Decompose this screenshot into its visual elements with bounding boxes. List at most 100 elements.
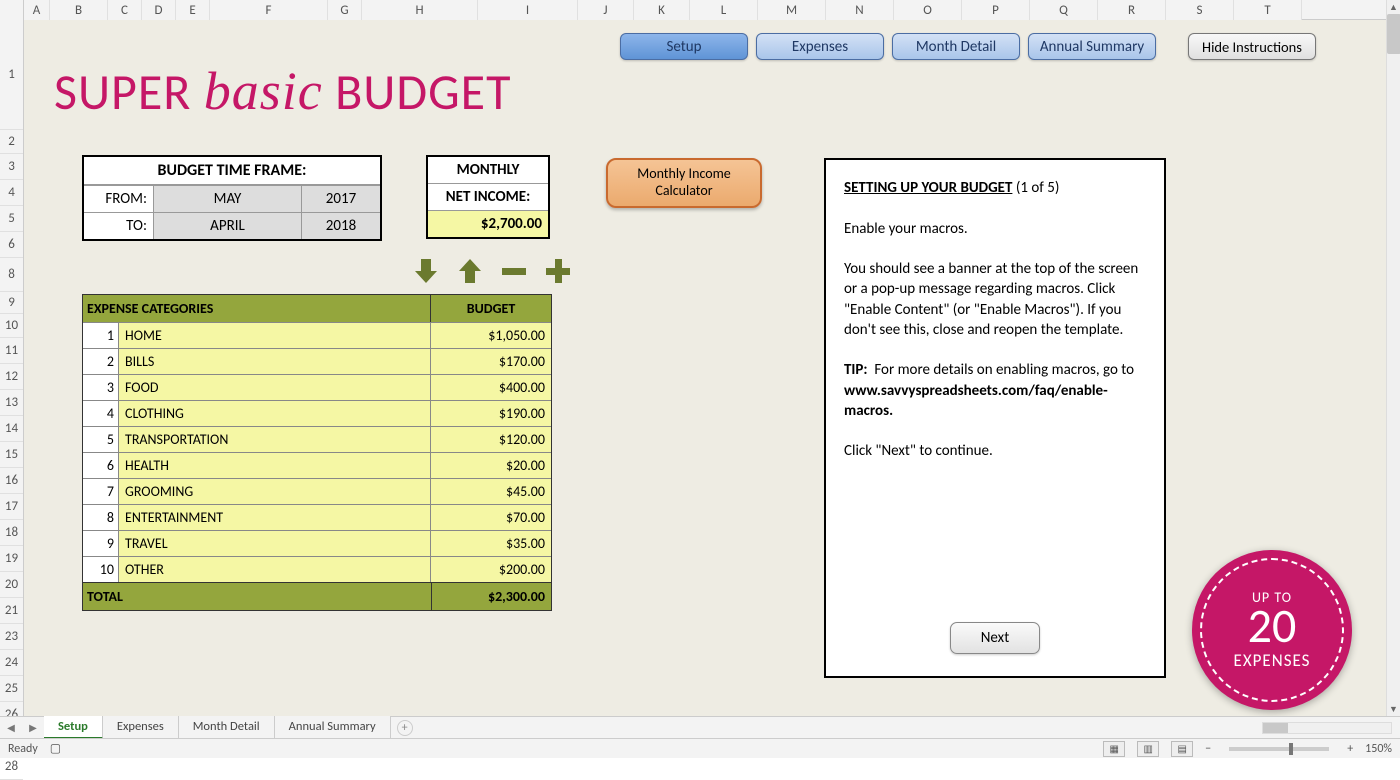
expense-amount-cell[interactable]: $190.00 [431, 401, 551, 426]
setup-button[interactable]: Setup [620, 33, 748, 60]
row-header-17[interactable]: 17 [0, 494, 23, 520]
row-header-2[interactable]: 2 [0, 130, 23, 154]
hide-instructions-button[interactable]: Hide Instructions [1188, 33, 1316, 60]
zoom-slider[interactable] [1229, 747, 1329, 751]
expense-amount-cell[interactable]: $45.00 [431, 479, 551, 504]
row-header-1[interactable]: 1 [0, 20, 23, 130]
column-header-O[interactable]: O [894, 0, 962, 20]
row-header-13[interactable]: 13 [0, 390, 23, 416]
column-header-L[interactable]: L [690, 0, 758, 20]
scroll-up-icon[interactable]: ▲ [1387, 0, 1400, 14]
macro-record-icon[interactable]: ▢ [50, 741, 61, 756]
row-header-14[interactable]: 14 [0, 416, 23, 442]
month-detail-button[interactable]: Month Detail [892, 33, 1020, 60]
scroll-down-icon[interactable]: ▼ [1387, 702, 1400, 716]
add-sheet-button[interactable]: + [397, 720, 413, 736]
column-header-A[interactable]: A [24, 0, 50, 20]
expense-name-cell[interactable]: GROOMING [119, 479, 431, 504]
row-header-9[interactable]: 9 [0, 292, 23, 314]
sheet-tab-annual-summary[interactable]: Annual Summary [275, 716, 391, 739]
hscroll-thumb[interactable] [1263, 723, 1288, 733]
zoom-in-icon[interactable]: + [1347, 742, 1353, 756]
next-button[interactable]: Next [950, 622, 1040, 654]
vertical-scrollbar[interactable]: ▲ ▼ [1386, 0, 1400, 716]
row-header-5[interactable]: 5 [0, 206, 23, 232]
row-header-10[interactable]: 10 [0, 314, 23, 338]
column-header-P[interactable]: P [962, 0, 1030, 20]
column-header-J[interactable]: J [578, 0, 634, 20]
add-row-icon[interactable] [544, 257, 572, 285]
select-all-corner[interactable] [0, 0, 24, 20]
expense-name-cell[interactable]: TRANSPORTATION [119, 427, 431, 452]
column-header-D[interactable]: D [142, 0, 176, 20]
move-up-icon[interactable] [456, 257, 484, 285]
from-year-cell[interactable]: 2017 [302, 185, 380, 212]
column-header-T[interactable]: T [1234, 0, 1302, 20]
income-calculator-button[interactable]: Monthly Income Calculator [606, 158, 762, 208]
expense-name-cell[interactable]: FOOD [119, 375, 431, 400]
row-header-12[interactable]: 12 [0, 364, 23, 390]
row-header-8[interactable]: 8 [0, 258, 23, 292]
scroll-thumb[interactable] [1387, 14, 1400, 54]
page-layout-view-icon[interactable]: ▥ [1137, 741, 1159, 757]
to-month-cell[interactable]: APRIL [154, 212, 302, 239]
column-header-G[interactable]: G [328, 0, 362, 20]
expense-amount-cell[interactable]: $120.00 [431, 427, 551, 452]
row-header-25[interactable]: 25 [0, 676, 23, 702]
sheet-tab-setup[interactable]: Setup [44, 716, 103, 739]
row-header-21[interactable]: 21 [0, 598, 23, 624]
column-header-I[interactable]: I [478, 0, 578, 20]
column-header-M[interactable]: M [758, 0, 826, 20]
row-header-4[interactable]: 4 [0, 180, 23, 206]
expense-amount-cell[interactable]: $35.00 [431, 531, 551, 556]
expense-name-cell[interactable]: HEALTH [119, 453, 431, 478]
from-month-cell[interactable]: MAY [154, 185, 302, 212]
row-header-15[interactable]: 15 [0, 442, 23, 468]
expense-amount-cell[interactable]: $200.00 [431, 557, 551, 582]
column-header-B[interactable]: B [50, 0, 108, 20]
sheet-tab-expenses[interactable]: Expenses [103, 716, 179, 739]
expense-name-cell[interactable]: ENTERTAINMENT [119, 505, 431, 530]
worksheet-area[interactable]: SUPER basic BUDGET Setup Expenses Month … [24, 20, 1386, 716]
row-header-3[interactable]: 3 [0, 154, 23, 180]
column-header-F[interactable]: F [210, 0, 328, 20]
row-header-16[interactable]: 16 [0, 468, 23, 494]
row-header-20[interactable]: 20 [0, 572, 23, 598]
normal-view-icon[interactable]: ▦ [1103, 741, 1125, 757]
zoom-out-icon[interactable]: − [1205, 742, 1211, 756]
expense-name-cell[interactable]: TRAVEL [119, 531, 431, 556]
column-header-R[interactable]: R [1098, 0, 1166, 20]
expense-name-cell[interactable]: HOME [119, 323, 431, 348]
expense-name-cell[interactable]: CLOTHING [119, 401, 431, 426]
tab-nav-prev-icon[interactable]: ◀ [0, 721, 22, 734]
expense-name-cell[interactable]: OTHER [119, 557, 431, 582]
row-header-11[interactable]: 11 [0, 338, 23, 364]
annual-summary-button[interactable]: Annual Summary [1028, 33, 1156, 60]
column-header-E[interactable]: E [176, 0, 210, 20]
tab-nav-next-icon[interactable]: ▶ [22, 721, 44, 734]
remove-row-icon[interactable] [500, 257, 528, 285]
column-header-K[interactable]: K [634, 0, 690, 20]
sheet-tab-month-detail[interactable]: Month Detail [179, 716, 275, 739]
page-break-view-icon[interactable]: ▤ [1171, 741, 1193, 757]
row-header-18[interactable]: 18 [0, 520, 23, 546]
expense-amount-cell[interactable]: $1,050.00 [431, 323, 551, 348]
zoom-level[interactable]: 150% [1365, 742, 1392, 756]
expense-amount-cell[interactable]: $20.00 [431, 453, 551, 478]
row-header-6[interactable]: 6 [0, 232, 23, 258]
expense-amount-cell[interactable]: $400.00 [431, 375, 551, 400]
expenses-button[interactable]: Expenses [756, 33, 884, 60]
expense-amount-cell[interactable]: $70.00 [431, 505, 551, 530]
row-header-23[interactable]: 23 [0, 624, 23, 650]
move-down-icon[interactable] [412, 257, 440, 285]
expense-amount-cell[interactable]: $170.00 [431, 349, 551, 374]
horizontal-scrollbar[interactable] [1262, 722, 1392, 734]
column-header-S[interactable]: S [1166, 0, 1234, 20]
column-header-H[interactable]: H [362, 0, 478, 20]
row-header-19[interactable]: 19 [0, 546, 23, 572]
to-year-cell[interactable]: 2018 [302, 212, 380, 239]
expense-name-cell[interactable]: BILLS [119, 349, 431, 374]
net-income-value[interactable]: $2,700.00 [428, 211, 548, 237]
column-header-C[interactable]: C [108, 0, 142, 20]
column-header-Q[interactable]: Q [1030, 0, 1098, 20]
